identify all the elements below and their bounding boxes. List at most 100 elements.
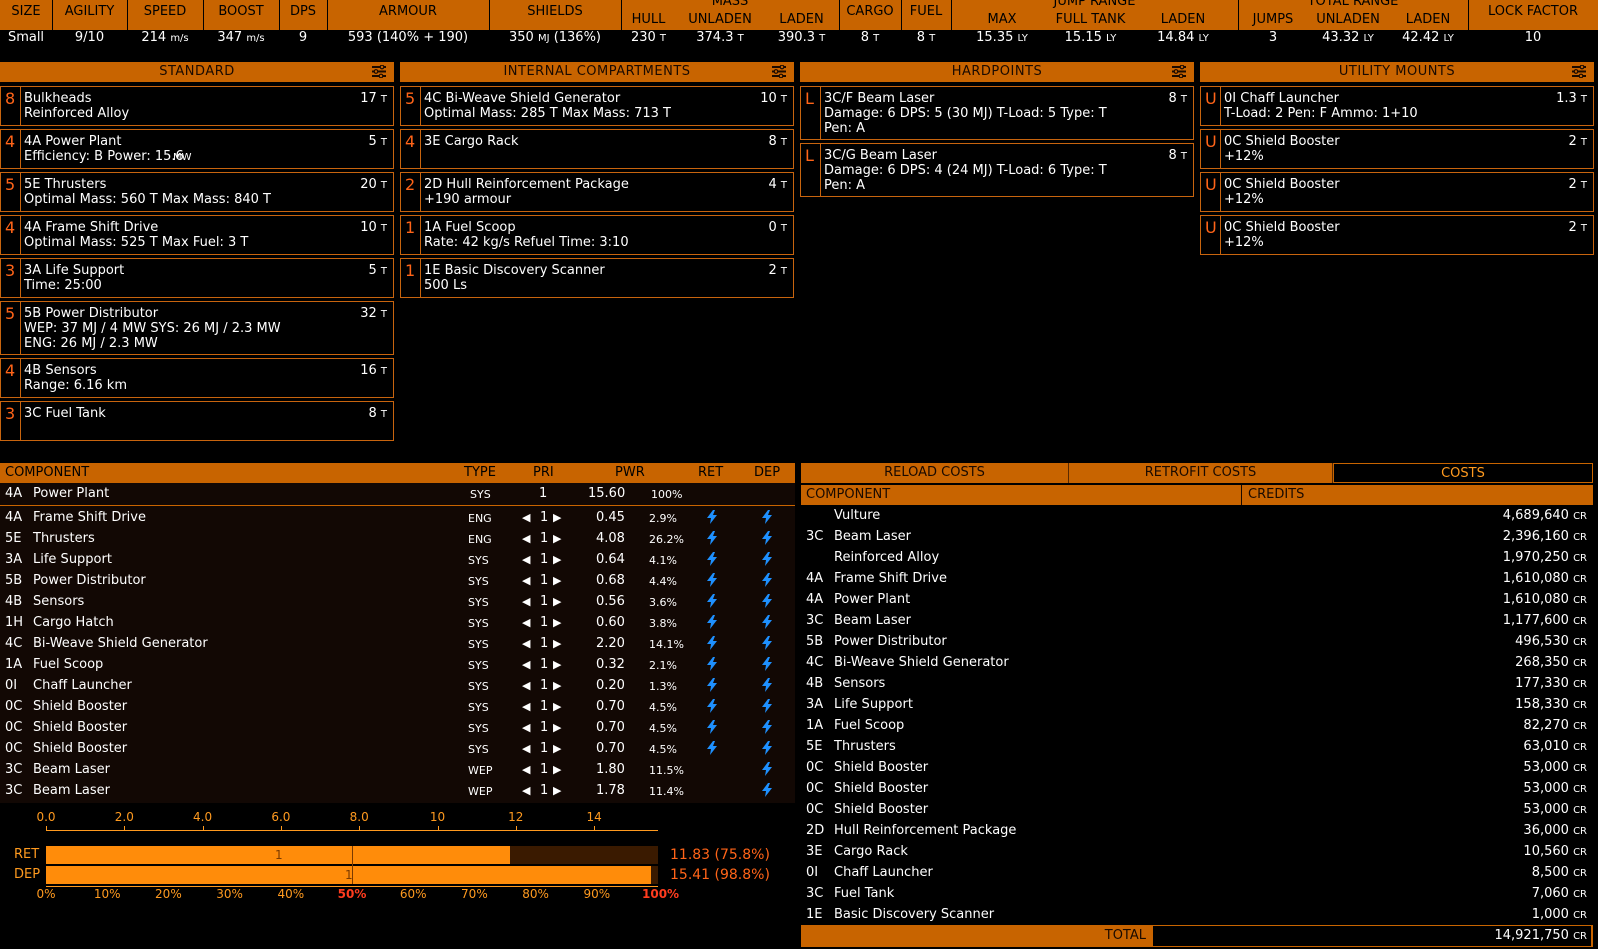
retracted-power-icon[interactable]	[706, 531, 718, 549]
internal-slot[interactable]: 5 4C Bi-Weave Shield Generator Optimal Mas…	[400, 86, 794, 126]
cost-row[interactable]: 0C Shield Booster 53,000 CR	[801, 779, 1593, 800]
power-row[interactable]: 0C Shield Booster SYS ◀ 1 ▶ 0.70 4.5%	[0, 717, 795, 738]
priority-increase-icon[interactable]: ▶	[553, 574, 561, 587]
cost-row[interactable]: 0I Chaff Launcher 8,500 CR	[801, 863, 1593, 884]
retracted-power-icon[interactable]	[706, 636, 718, 654]
col-ret[interactable]: RET	[698, 465, 723, 480]
retracted-power-icon[interactable]	[706, 699, 718, 717]
priority-decrease-icon[interactable]: ◀	[522, 700, 530, 713]
retracted-power-icon[interactable]	[706, 510, 718, 528]
priority-increase-icon[interactable]: ▶	[553, 637, 561, 650]
deployed-power-icon[interactable]	[761, 762, 773, 780]
standard-slot[interactable]: 4 4A Power Plant Efficiency: B Power: 15.6…	[0, 129, 394, 169]
utility-slot[interactable]: U 0I Chaff Launcher T-Load: 2 Pen: F Ammo:…	[1200, 86, 1594, 126]
deployed-power-icon[interactable]	[761, 594, 773, 612]
col-credits[interactable]: CREDITS	[1248, 487, 1304, 502]
retracted-power-icon[interactable]	[706, 552, 718, 570]
deployed-power-icon[interactable]	[761, 720, 773, 738]
cost-row[interactable]: 4A Power Plant 1,610,080 CR	[801, 590, 1593, 611]
priority-decrease-icon[interactable]: ◀	[522, 742, 530, 755]
internal-slot[interactable]: 4 3E Cargo Rack 8 T	[400, 129, 794, 169]
retracted-power-icon[interactable]	[706, 657, 718, 675]
retracted-power-icon[interactable]	[706, 573, 718, 591]
priority-increase-icon[interactable]: ▶	[553, 616, 561, 629]
priority-increase-icon[interactable]: ▶	[553, 700, 561, 713]
cost-row[interactable]: 4B Sensors 177,330 CR	[801, 674, 1593, 695]
col-pwr[interactable]: PWR	[615, 465, 645, 480]
cost-row[interactable]: 3E Cargo Rack 10,560 CR	[801, 842, 1593, 863]
priority-decrease-icon[interactable]: ◀	[522, 574, 530, 587]
power-row[interactable]: 1A Fuel Scoop SYS ◀ 1 ▶ 0.32 2.1%	[0, 654, 795, 675]
standard-slot[interactable]: 3 3A Life Support Time: 25:00 5 T	[0, 258, 394, 298]
internal-slot[interactable]: 2 2D Hull Reinforcement Package +190 armou…	[400, 172, 794, 212]
power-row[interactable]: 3C Beam Laser WEP ◀ 1 ▶ 1.80 11.5%	[0, 759, 795, 780]
utility-slot[interactable]: U 0C Shield Booster +12% 2 T	[1200, 129, 1594, 169]
priority-decrease-icon[interactable]: ◀	[522, 763, 530, 776]
priority-decrease-icon[interactable]: ◀	[522, 511, 530, 524]
standard-slot[interactable]: 5 5B Power Distributor WEP: 37 MJ / 4 MW S…	[0, 301, 394, 355]
col-component[interactable]: COMPONENT	[806, 487, 890, 502]
col-component[interactable]: COMPONENT	[5, 465, 89, 480]
power-row[interactable]: 3A Life Support SYS ◀ 1 ▶ 0.64 4.1%	[0, 549, 795, 570]
power-row[interactable]: 0I Chaff Launcher SYS ◀ 1 ▶ 0.20 1.3%	[0, 675, 795, 696]
priority-decrease-icon[interactable]: ◀	[522, 637, 530, 650]
priority-decrease-icon[interactable]: ◀	[522, 658, 530, 671]
power-row[interactable]: 1H Cargo Hatch SYS ◀ 1 ▶ 0.60 3.8%	[0, 612, 795, 633]
priority-increase-icon[interactable]: ▶	[553, 532, 561, 545]
retracted-power-icon[interactable]	[706, 741, 718, 759]
priority-increase-icon[interactable]: ▶	[553, 553, 561, 566]
deployed-power-icon[interactable]	[761, 636, 773, 654]
settings-sliders-icon[interactable]	[1572, 65, 1586, 78]
priority-increase-icon[interactable]: ▶	[553, 595, 561, 608]
internal-slot[interactable]: 1 1E Basic Discovery Scanner 500 Ls 2 T	[400, 258, 794, 298]
deployed-power-icon[interactable]	[761, 678, 773, 696]
priority-increase-icon[interactable]: ▶	[553, 658, 561, 671]
hardpoints-slot[interactable]: L 3C/F Beam Laser Damage: 6 DPS: 5 (30 MJ)…	[800, 86, 1194, 140]
priority-decrease-icon[interactable]: ◀	[522, 616, 530, 629]
internal-slot[interactable]: 1 1A Fuel Scoop Rate: 42 kg/s Refuel Time:…	[400, 215, 794, 255]
deployed-power-icon[interactable]	[761, 510, 773, 528]
cost-row[interactable]: Reinforced Alloy 1,970,250 CR	[801, 548, 1593, 569]
cost-row[interactable]: 3C Fuel Tank 7,060 CR	[801, 884, 1593, 905]
priority-increase-icon[interactable]: ▶	[553, 763, 561, 776]
cost-row[interactable]: 5E Thrusters 63,010 CR	[801, 737, 1593, 758]
cost-row[interactable]: 0C Shield Booster 53,000 CR	[801, 800, 1593, 821]
priority-increase-icon[interactable]: ▶	[553, 721, 561, 734]
deployed-power-icon[interactable]	[761, 657, 773, 675]
settings-sliders-icon[interactable]	[1172, 65, 1186, 78]
col-type[interactable]: TYPE	[464, 465, 496, 480]
deployed-power-icon[interactable]	[761, 741, 773, 759]
standard-slot[interactable]: 4 4A Frame Shift Drive Optimal Mass: 525 T…	[0, 215, 394, 255]
priority-decrease-icon[interactable]: ◀	[522, 679, 530, 692]
retracted-power-icon[interactable]	[706, 594, 718, 612]
standard-slot[interactable]: 4 4B Sensors Range: 6.16 km 16 T	[0, 358, 394, 398]
cost-row[interactable]: 5B Power Distributor 496,530 CR	[801, 632, 1593, 653]
standard-panel-title[interactable]: STANDARD	[0, 62, 394, 82]
priority-decrease-icon[interactable]: ◀	[522, 595, 530, 608]
standard-slot[interactable]: 5 5E Thrusters Optimal Mass: 560 T Max Mas…	[0, 172, 394, 212]
settings-sliders-icon[interactable]	[772, 65, 786, 78]
power-row[interactable]: 5E Thrusters ENG ◀ 1 ▶ 4.08 26.2%	[0, 528, 795, 549]
priority-increase-icon[interactable]: ▶	[553, 784, 561, 797]
tab-costs[interactable]: COSTS	[1333, 463, 1593, 483]
power-row[interactable]: 4A Frame Shift Drive ENG ◀ 1 ▶ 0.45 2.9%	[0, 507, 795, 528]
cost-row[interactable]: 4C Bi-Weave Shield Generator 268,350 CR	[801, 653, 1593, 674]
priority-increase-icon[interactable]: ▶	[553, 511, 561, 524]
deployed-power-icon[interactable]	[761, 531, 773, 549]
deployed-power-icon[interactable]	[761, 699, 773, 717]
priority-decrease-icon[interactable]: ◀	[522, 784, 530, 797]
priority-decrease-icon[interactable]: ◀	[522, 721, 530, 734]
deployed-power-icon[interactable]	[761, 783, 773, 801]
cost-row[interactable]: 4A Frame Shift Drive 1,610,080 CR	[801, 569, 1593, 590]
deployed-power-icon[interactable]	[761, 573, 773, 591]
cost-row[interactable]: 3C Beam Laser 1,177,600 CR	[801, 611, 1593, 632]
settings-sliders-icon[interactable]	[372, 65, 386, 78]
utility-slot[interactable]: U 0C Shield Booster +12% 2 T	[1200, 215, 1594, 255]
priority-decrease-icon[interactable]: ◀	[522, 532, 530, 545]
cost-row[interactable]: 3A Life Support 158,330 CR	[801, 695, 1593, 716]
deployed-power-icon[interactable]	[761, 615, 773, 633]
cost-row[interactable]: 1A Fuel Scoop 82,270 CR	[801, 716, 1593, 737]
utility-slot[interactable]: U 0C Shield Booster +12% 2 T	[1200, 172, 1594, 212]
retracted-power-icon[interactable]	[706, 720, 718, 738]
deployed-power-icon[interactable]	[761, 552, 773, 570]
